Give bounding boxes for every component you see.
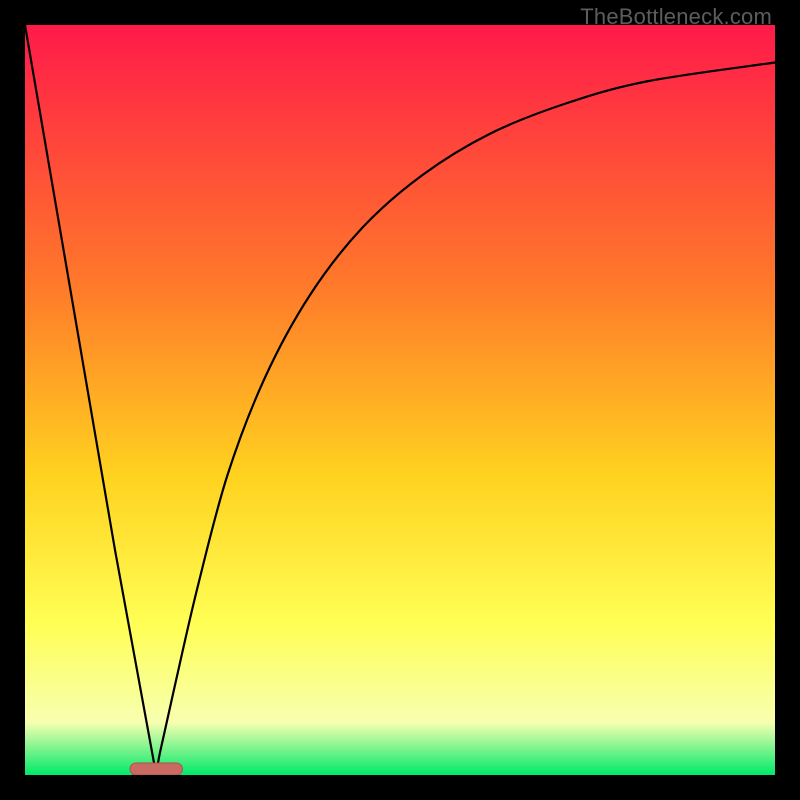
gradient-background bbox=[25, 25, 775, 775]
watermark-label: TheBottleneck.com bbox=[580, 4, 772, 30]
chart-svg bbox=[25, 25, 775, 775]
min-marker-pill bbox=[130, 763, 183, 775]
plot-area bbox=[25, 25, 775, 775]
chart-frame: TheBottleneck.com bbox=[0, 0, 800, 800]
